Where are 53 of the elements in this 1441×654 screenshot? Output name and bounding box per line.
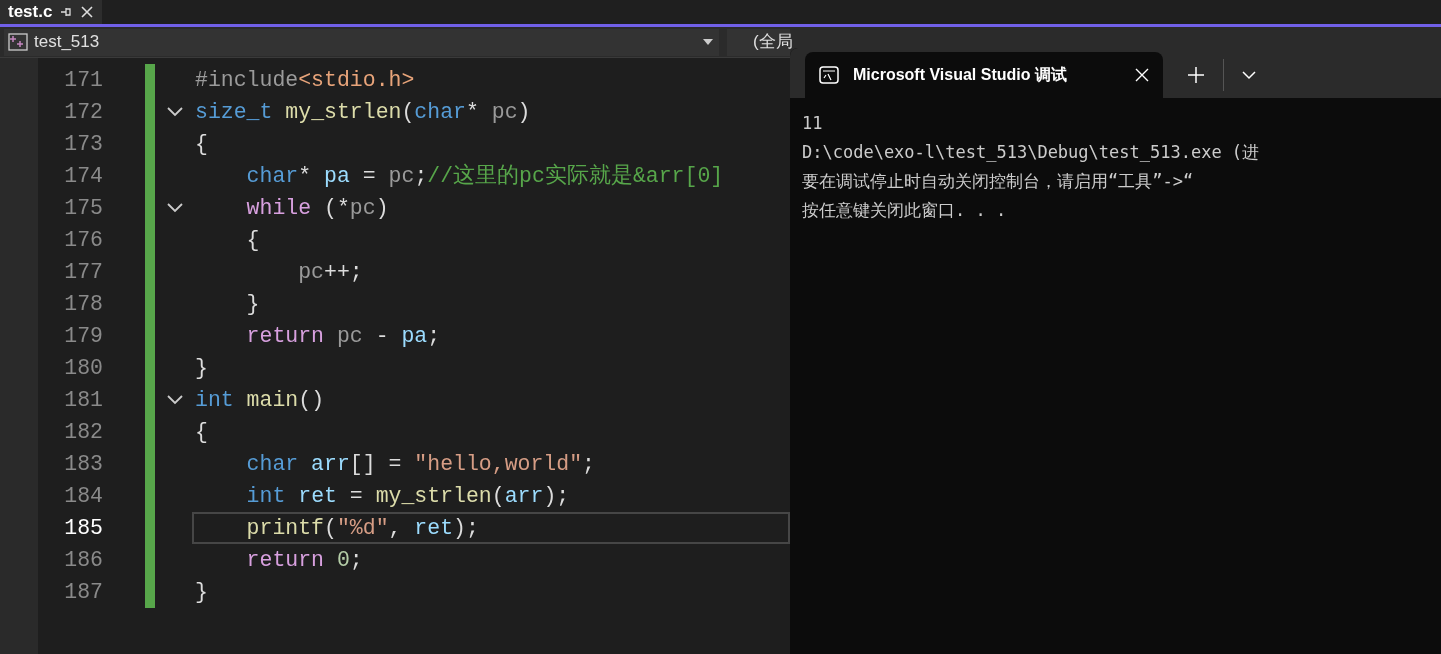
line-number: 181 xyxy=(64,386,103,414)
dropdown-chevron-icon[interactable] xyxy=(1242,70,1256,80)
line-number: 172 xyxy=(64,98,103,126)
project-icon xyxy=(8,33,28,51)
scope-dropdown[interactable]: (全局 xyxy=(727,28,790,56)
project-dropdown[interactable]: test_513 xyxy=(4,28,719,56)
file-tab[interactable]: test.c xyxy=(0,0,103,24)
code-line: printf("%d", ret); xyxy=(245,514,479,542)
code-line: size_t my_strlen(char* pc) xyxy=(195,98,531,126)
terminal-icon xyxy=(819,66,839,84)
line-number: 182 xyxy=(64,418,103,446)
code-line: return pc - pa; xyxy=(245,322,441,350)
line-number: 171 xyxy=(64,66,103,94)
terminal-output-line: 按任意键关闭此窗口. . . xyxy=(802,200,1007,220)
code-line: return 0; xyxy=(245,546,363,574)
close-icon xyxy=(1135,68,1149,82)
code-line: { xyxy=(195,130,208,158)
line-number: 178 xyxy=(64,290,103,318)
line-number: 187 xyxy=(64,578,103,606)
line-number: 177 xyxy=(64,258,103,286)
code-line: #include<stdio.h> xyxy=(195,66,415,94)
line-number: 176 xyxy=(64,226,103,254)
fold-chevron-icon[interactable] xyxy=(167,203,183,213)
code-line: pc++; xyxy=(297,258,363,286)
line-number: 173 xyxy=(64,130,103,158)
fold-chevron-icon[interactable] xyxy=(167,107,183,117)
line-number: 174 xyxy=(64,162,103,190)
code-line: } xyxy=(195,354,208,382)
line-number: 175 xyxy=(64,194,103,222)
terminal-output-line: D:\code\exo-l\test_513\Debug\test_513.exe (进 xyxy=(802,142,1260,162)
terminal-output-line: 要在调试停止时自动关闭控制台，请启用“工具”->“ xyxy=(802,171,1194,191)
code-line: } xyxy=(195,578,208,606)
caret-icon xyxy=(703,39,713,45)
code-line: while (*pc) xyxy=(245,194,389,222)
fold-chevron-icon[interactable] xyxy=(167,395,183,405)
new-tab-icon[interactable] xyxy=(1187,66,1205,84)
code-line: char* pa = pc;//这里的pc实际就是&arr[0] xyxy=(245,162,724,190)
line-number: 186 xyxy=(64,546,103,574)
code-line: int ret = my_strlen(arr); xyxy=(245,482,570,510)
line-number: 184 xyxy=(64,482,103,510)
code-line: char arr[] = "hello,world"; xyxy=(245,450,595,478)
terminal-output-line: 11 xyxy=(802,113,823,133)
line-number: 183 xyxy=(64,450,103,478)
code-line: } xyxy=(245,290,260,318)
terminal-tab[interactable]: Microsoft Visual Studio 调试 xyxy=(805,52,1163,98)
close-icon xyxy=(80,5,95,19)
pin-icon xyxy=(60,6,73,18)
code-line: { xyxy=(245,226,260,254)
code-line: int main() xyxy=(195,386,325,414)
line-number: 180 xyxy=(64,354,103,382)
line-number: 179 xyxy=(64,322,103,350)
line-number: 185 xyxy=(64,514,103,542)
code-line: { xyxy=(195,418,208,446)
